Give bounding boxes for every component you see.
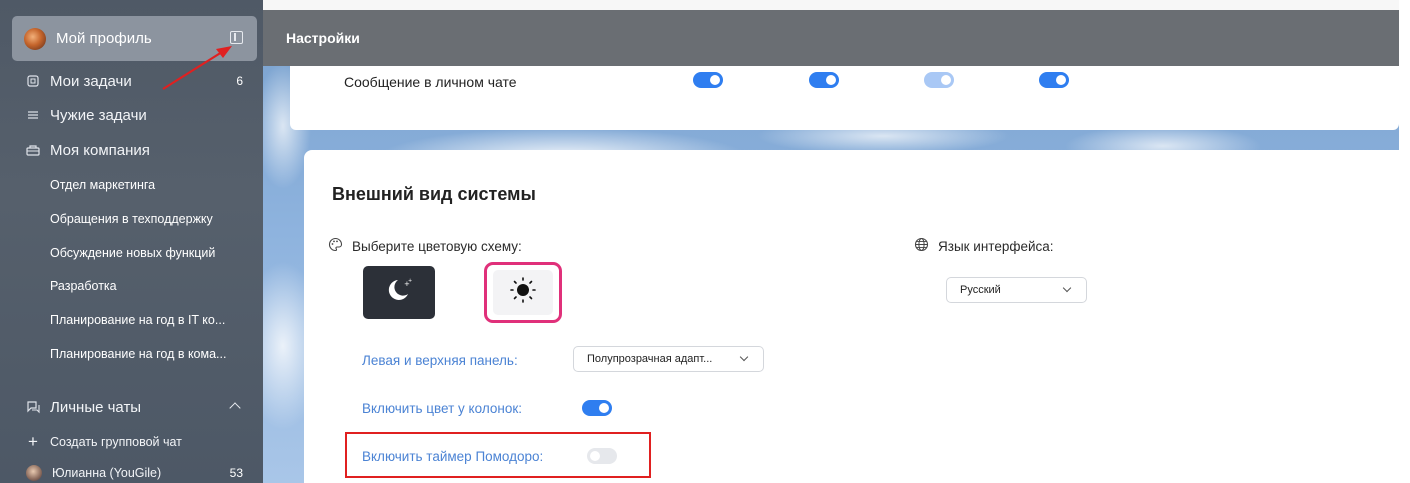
notification-toggle[interactable] <box>924 72 954 88</box>
profile-name: Мой профиль <box>56 30 152 47</box>
project-item[interactable]: Планирование на год в кома... <box>50 347 226 361</box>
page-title: Настройки <box>286 30 360 46</box>
chat-user-name: Юлианна (YouGile) <box>52 466 162 480</box>
notification-toggle[interactable] <box>1039 72 1069 88</box>
sidebar: Мой профиль Мои задачи 6 Чужие задачи Мо… <box>0 0 263 483</box>
moon-icon: + + <box>384 276 414 309</box>
tasks-icon <box>26 74 40 88</box>
panel-style-value: Полупрозрачная адапт... <box>587 353 713 365</box>
profile-button[interactable]: Мой профиль <box>12 16 257 61</box>
sidebar-item-my-company[interactable]: Моя компания <box>0 141 263 159</box>
create-group-chat-label: Создать групповой чат <box>50 435 182 449</box>
sidebar-item-others-tasks[interactable]: Чужие задачи <box>0 106 263 124</box>
project-item[interactable]: Обсуждение новых функций <box>50 246 215 260</box>
sidebar-item-label: Чужие задачи <box>50 106 147 124</box>
top-strip <box>263 0 1410 10</box>
header: Настройки <box>263 10 1410 66</box>
svg-text:+: + <box>408 278 412 284</box>
right-edge <box>1399 0 1410 483</box>
project-item[interactable]: Обращения в техподдержку <box>50 212 213 226</box>
project-item[interactable]: Планирование на год в IT ко... <box>50 313 225 327</box>
avatar <box>24 27 46 50</box>
language-value: Русский <box>960 284 1001 296</box>
sidebar-item-my-tasks[interactable]: Мои задачи 6 <box>0 72 263 90</box>
color-scheme-text: Выберите цветовую схему: <box>352 238 522 254</box>
light-theme-preview <box>493 270 553 315</box>
task-count: 6 <box>236 74 243 88</box>
column-color-toggle[interactable] <box>582 400 612 416</box>
light-theme-button[interactable] <box>484 262 562 323</box>
chat-item[interactable]: Юлианна (YouGile) 53 <box>0 464 263 482</box>
sidebar-item-label: Мои задачи <box>50 72 132 90</box>
notification-toggle[interactable] <box>809 72 839 88</box>
chevron-down-icon <box>1062 283 1072 293</box>
language-label: Язык интерфейса: <box>914 237 1054 255</box>
notification-row-label: Сообщение в личном чате <box>344 74 517 90</box>
collapse-sidebar-icon[interactable] <box>230 31 243 44</box>
avatar <box>26 465 42 481</box>
sidebar-item-label: Моя компания <box>50 141 150 159</box>
sun-icon <box>509 276 537 309</box>
panel-label: Левая и верхняя панель: <box>362 353 518 368</box>
project-item[interactable]: Отдел маркетинга <box>50 178 155 192</box>
color-scheme-label: Выберите цветовую схему: <box>328 237 522 255</box>
create-group-chat-button[interactable]: + Создать групповой чат <box>0 432 263 451</box>
chat-icon <box>26 400 40 414</box>
unread-count: 53 <box>229 466 243 480</box>
palette-icon <box>328 237 343 255</box>
language-select[interactable]: Русский <box>946 277 1087 303</box>
chevron-down-icon <box>739 352 749 362</box>
highlight-box <box>345 432 651 478</box>
sidebar-item-label: Личные чаты <box>50 398 142 416</box>
globe-icon <box>914 237 929 255</box>
list-icon <box>26 108 40 122</box>
panel-style-select[interactable]: Полупрозрачная адапт... <box>573 346 764 372</box>
chevron-up-icon[interactable] <box>229 402 241 414</box>
plus-icon: + <box>28 432 38 451</box>
dark-theme-button[interactable]: + + <box>363 266 435 319</box>
section-title: Внешний вид системы <box>332 184 536 204</box>
column-color-label: Включить цвет у колонок: <box>362 401 522 416</box>
project-item[interactable]: Разработка <box>50 279 117 293</box>
notification-toggle[interactable] <box>693 72 723 88</box>
sidebar-item-personal-chats[interactable]: Личные чаты <box>0 398 263 416</box>
notifications-card: Сообщение в личном чате <box>290 66 1399 130</box>
company-icon <box>26 143 40 157</box>
language-text: Язык интерфейса: <box>938 238 1054 254</box>
